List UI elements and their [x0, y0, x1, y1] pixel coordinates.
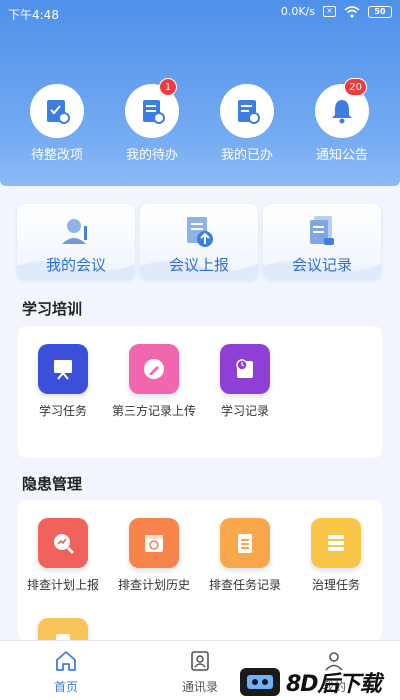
- todo-badge: 1: [159, 78, 177, 96]
- wifi-icon: [344, 5, 360, 18]
- header-banner: 下午4:48 0.0K/s × 50 待整改项 1 我的待办 我的已办 20 通…: [0, 0, 400, 186]
- sim-icon: ×: [323, 6, 336, 17]
- upload-doc-icon: [187, 217, 213, 247]
- nav-home[interactable]: 首页: [26, 649, 106, 695]
- presentation-icon: [54, 360, 72, 380]
- site-watermark: 8D后下载: [240, 664, 400, 700]
- quick-action-todo[interactable]: 1 我的待办: [110, 78, 194, 163]
- study-panel: 学习任务 第三方记录上传 学习记录: [18, 326, 382, 458]
- quick-action-done[interactable]: 我的已办: [205, 84, 289, 163]
- bell-icon: [332, 100, 352, 124]
- hazard-extra-tile[interactable]: [20, 618, 106, 640]
- clipboard-icon: [56, 634, 70, 640]
- meeting-report-label: 会议上报: [168, 256, 229, 274]
- rectification-icon: [47, 100, 70, 124]
- study-section-title: 学习培训: [22, 300, 83, 318]
- governance-task-tile[interactable]: 治理任务: [293, 518, 379, 593]
- my-meeting-label: 我的会议: [45, 256, 106, 274]
- hazard-section-title: 隐患管理: [22, 475, 83, 493]
- meeting-record-label: 会议记录: [291, 256, 352, 274]
- list-icon: [328, 535, 344, 551]
- nav-contacts[interactable]: 通讯录: [160, 649, 240, 695]
- record-doc-icon: [310, 216, 334, 245]
- status-time: 下午4:48: [8, 8, 59, 22]
- book-clock-icon: [236, 359, 253, 378]
- meeting-record-card[interactable]: 会议记录: [263, 204, 381, 280]
- status-bar: 下午4:48 0.0K/s × 50: [0, 0, 400, 26]
- network-speed: 0.0K/s: [280, 5, 315, 18]
- notepad-icon: [238, 534, 252, 553]
- watermark-logo-icon: [240, 668, 280, 696]
- home-icon: [56, 651, 76, 671]
- done-doc-icon: [238, 100, 260, 124]
- battery-icon: 50: [368, 5, 392, 18]
- my-meeting-card[interactable]: 我的会议: [17, 204, 135, 280]
- hazard-panel: 排查计划上报 排查计划历史 排查任务记录 治理任务: [18, 500, 382, 640]
- meeting-user-icon: [62, 219, 87, 244]
- magnify-chart-icon: [54, 534, 75, 555]
- plan-history-tile[interactable]: 排查计划历史: [111, 518, 197, 593]
- quick-action-rectification[interactable]: 待整改项: [15, 84, 99, 163]
- plan-report-tile[interactable]: 排查计划上报: [20, 518, 106, 593]
- notice-badge: 20: [344, 78, 367, 96]
- calendar-history-icon: [145, 535, 163, 552]
- task-record-tile[interactable]: 排查任务记录: [202, 518, 288, 593]
- contacts-icon: [191, 651, 209, 671]
- meeting-report-card[interactable]: 会议上报: [140, 204, 258, 280]
- third-party-upload-tile[interactable]: 第三方记录上传: [111, 344, 197, 419]
- study-record-tile[interactable]: 学习记录: [202, 344, 288, 419]
- quick-action-notice[interactable]: 20 通知公告: [300, 78, 384, 163]
- study-task-tile[interactable]: 学习任务: [20, 344, 106, 419]
- todo-list-icon: [143, 100, 165, 124]
- pencil-icon: [144, 359, 164, 379]
- watermark-text: 8D后下载: [286, 672, 382, 697]
